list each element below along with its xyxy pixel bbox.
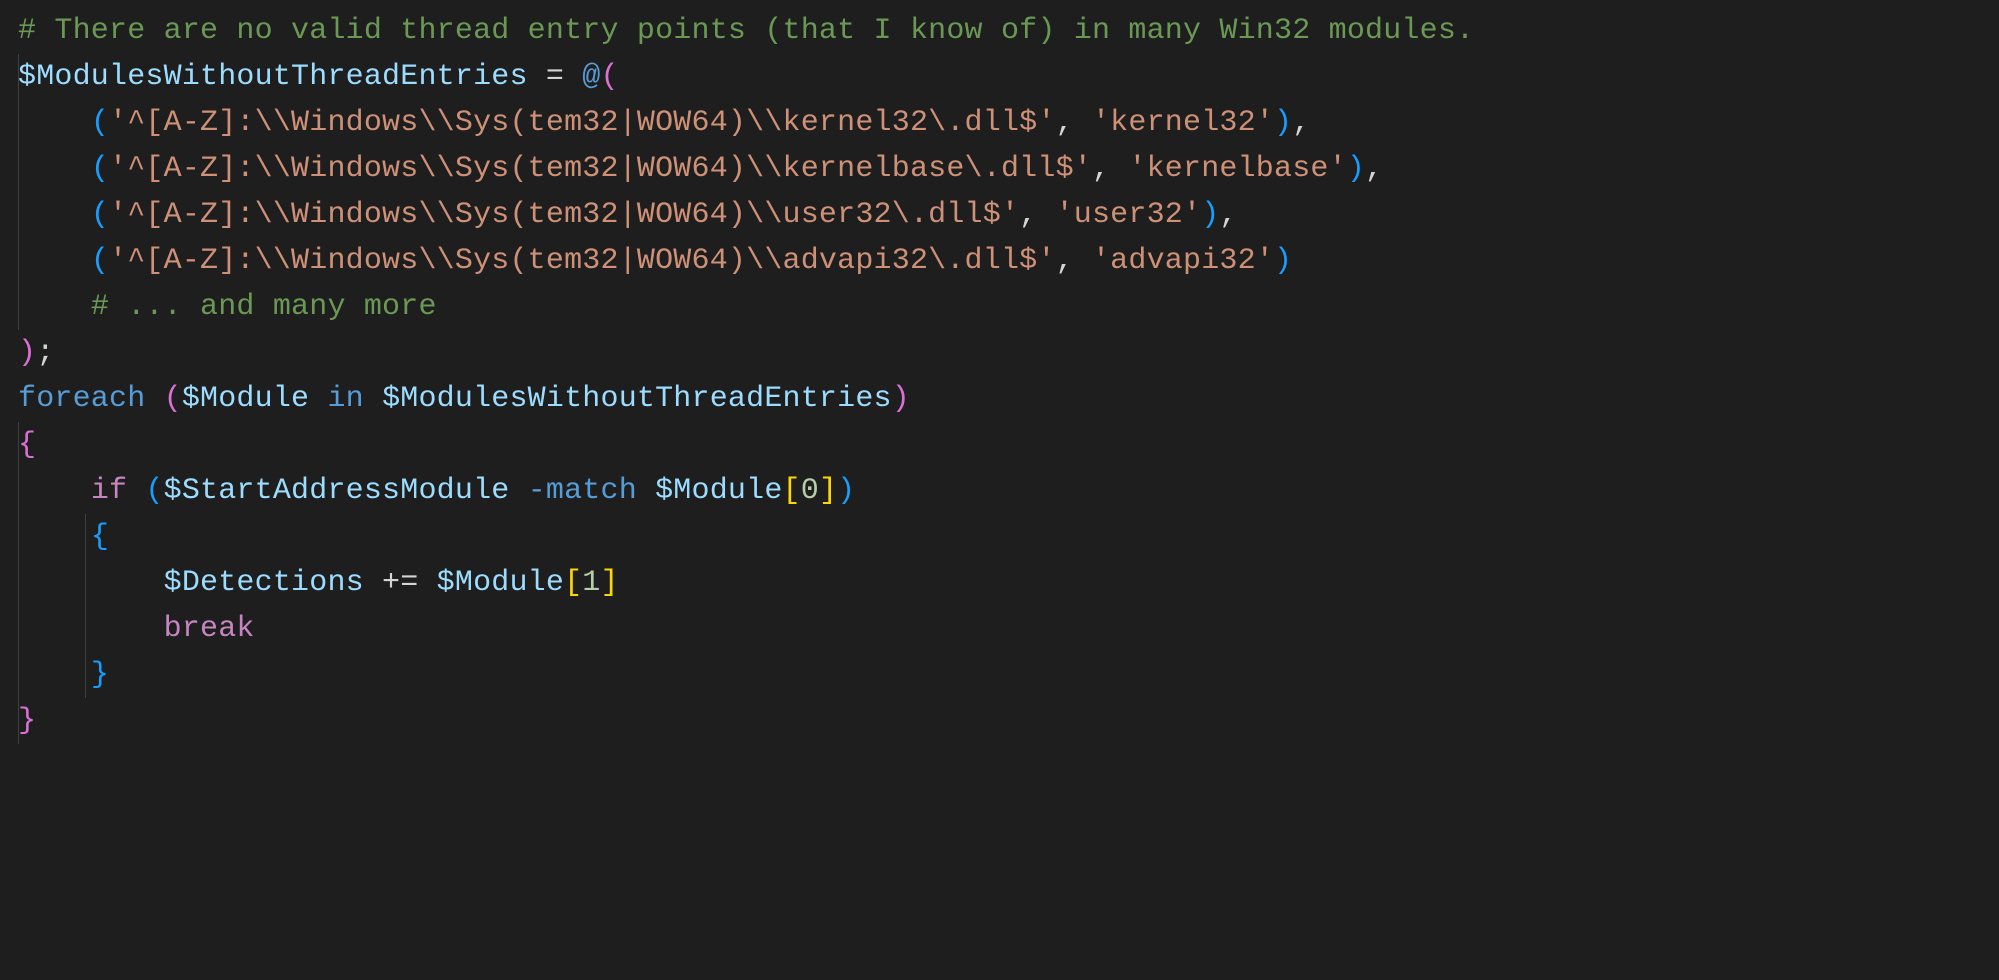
string-regex: '^[A-Z]:\\Windows\\Sys(tem32|WOW64)\\ker… [109, 152, 1092, 186]
paren-open: ( [145, 474, 163, 508]
brace-close: } [91, 658, 109, 692]
comma: , [1019, 198, 1055, 232]
brace-close: } [18, 704, 36, 738]
trailing-comma: , [1365, 152, 1383, 186]
bracket-close: ] [601, 566, 619, 600]
variable-module: $Module [437, 566, 564, 600]
code-editor[interactable]: # There are no valid thread entry points… [0, 0, 1999, 752]
comma: , [1056, 106, 1092, 140]
comma: , [1092, 152, 1128, 186]
plus-eq-op: += [364, 566, 437, 600]
string-regex: '^[A-Z]:\\Windows\\Sys(tem32|WOW64)\\adv… [109, 244, 1056, 278]
string-name: 'user32' [1056, 198, 1202, 232]
index-one: 1 [582, 566, 600, 600]
paren-close: ) [837, 474, 855, 508]
paren-close: ) [1201, 198, 1219, 232]
variable-module: $Module [655, 474, 782, 508]
paren-open: ( [91, 106, 109, 140]
keyword-if: if [91, 474, 127, 508]
keyword-in: in [327, 382, 363, 416]
paren-open: ( [91, 198, 109, 232]
comment-line: # There are no valid thread entry points… [18, 14, 1474, 48]
string-name: 'kernel32' [1092, 106, 1274, 140]
assign-op: = [528, 60, 583, 94]
bracket-open: [ [783, 474, 801, 508]
paren-open: ( [164, 382, 182, 416]
paren-close: ) [892, 382, 910, 416]
brace-open: { [18, 428, 36, 462]
trailing-comma: , [1292, 106, 1310, 140]
trailing-comma: , [1219, 198, 1237, 232]
paren-close: ) [1347, 152, 1365, 186]
brace-open: { [91, 520, 109, 554]
variable-modules: $ModulesWithoutThreadEntries [18, 60, 528, 94]
paren-close: ) [18, 336, 36, 370]
index-zero: 0 [801, 474, 819, 508]
bracket-open: [ [564, 566, 582, 600]
string-name: 'advapi32' [1092, 244, 1274, 278]
paren-close: ) [1274, 244, 1292, 278]
variable-startaddr: $StartAddressModule [164, 474, 510, 508]
semicolon: ; [36, 336, 54, 370]
paren-open: ( [91, 244, 109, 278]
comment-line: # ... and many more [91, 290, 437, 324]
keyword-break: break [164, 612, 255, 646]
paren-open: ( [601, 60, 619, 94]
variable-modules: $ModulesWithoutThreadEntries [382, 382, 892, 416]
array-at: @ [582, 60, 600, 94]
variable-detections: $Detections [164, 566, 364, 600]
keyword-foreach: foreach [18, 382, 145, 416]
indent-guides [18, 8, 54, 744]
operator-match: -match [528, 474, 637, 508]
paren-close: ) [1274, 106, 1292, 140]
comma: , [1056, 244, 1092, 278]
string-name: 'kernelbase' [1128, 152, 1346, 186]
variable-module: $Module [182, 382, 309, 416]
string-regex: '^[A-Z]:\\Windows\\Sys(tem32|WOW64)\\ker… [109, 106, 1056, 140]
bracket-close: ] [819, 474, 837, 508]
paren-open: ( [91, 152, 109, 186]
string-regex: '^[A-Z]:\\Windows\\Sys(tem32|WOW64)\\use… [109, 198, 1019, 232]
